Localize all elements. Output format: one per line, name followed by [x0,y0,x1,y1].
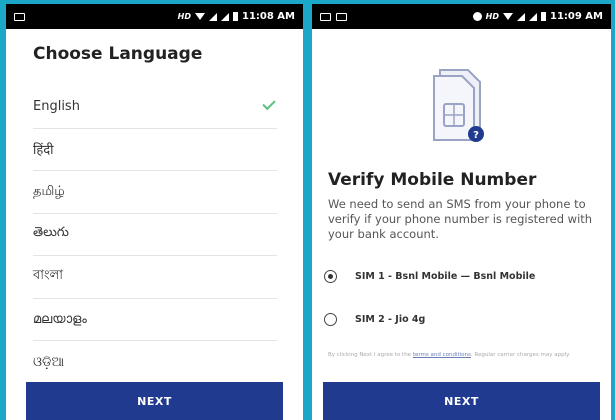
language-screen: HD 11:08 AM Choose Language English हिंद… [6,4,303,420]
language-option-telugu[interactable]: తెలుగు [33,214,277,256]
sim-option-1[interactable]: SIM 1 - Bsnl Mobile — Bsnl Mobile [324,270,535,283]
wifi-icon [502,13,513,20]
sim-label: SIM 1 - Bsnl Mobile — Bsnl Mobile [355,271,536,282]
hd-indicator: HD [177,12,191,21]
signal-icon-2 [220,12,229,21]
status-bar: HD 11:08 AM [6,4,303,29]
verify-screen: HD 11:09 AM ? Verify Mobile Number We ne… [312,4,611,420]
next-button[interactable]: NEXT [26,382,283,420]
sim-option-2[interactable]: SIM 2 - Jio 4g [324,313,425,326]
language-label: English [33,99,80,115]
status-time: 11:08 AM [241,11,295,22]
language-option-bengali[interactable]: বাংলা [33,256,277,299]
status-time: 11:09 AM [549,11,603,22]
message-notification-icon [14,12,25,21]
battery-icon [540,12,546,21]
hd-indicator: HD [485,12,499,21]
message-notification-icon [336,12,347,21]
language-label: বাংলা [33,268,64,284]
page-title: Choose Language [33,44,203,64]
language-label: हिंदी [33,143,54,159]
language-option-english[interactable]: English [33,86,277,129]
signal-icon [208,12,217,21]
radio-unselected-icon[interactable] [324,313,337,326]
status-bar: HD 11:09 AM [312,4,611,29]
page-description: We need to send an SMS from your phone t… [328,197,593,241]
language-option-odia[interactable]: ଓଡ଼ିଆ [33,341,277,384]
wifi-icon [194,13,205,20]
sim-label: SIM 2 - Jio 4g [355,314,426,325]
signal-icon-2 [528,12,537,21]
terms-link[interactable]: terms and conditions [413,352,471,358]
language-option-hindi[interactable]: हिंदी [33,129,277,171]
language-option-malayalam[interactable]: മലയാളം [33,299,277,341]
language-label: తెలుగు [33,225,69,241]
signal-icon [516,12,525,21]
image-notification-icon [320,12,331,21]
page-title: Verify Mobile Number [328,170,537,190]
language-option-tamil[interactable]: தமிழ் [33,171,277,214]
language-list: English हिंदी தமிழ் తెలుగు বাংলা മലയാളം … [6,86,303,384]
next-button[interactable]: NEXT [323,382,600,420]
language-label: தமிழ் [33,183,65,199]
check-icon [262,96,276,111]
radio-selected-icon[interactable] [324,270,337,283]
terms-notice: By clicking Next I agree to the terms an… [328,352,571,358]
language-label: മലയാളം [33,311,87,327]
language-label: ଓଡ଼ିଆ [33,354,65,370]
battery-icon [232,12,238,21]
sim-card-icon: ? [433,69,484,142]
data-saver-icon [472,12,482,21]
svg-text:?: ? [473,130,479,141]
